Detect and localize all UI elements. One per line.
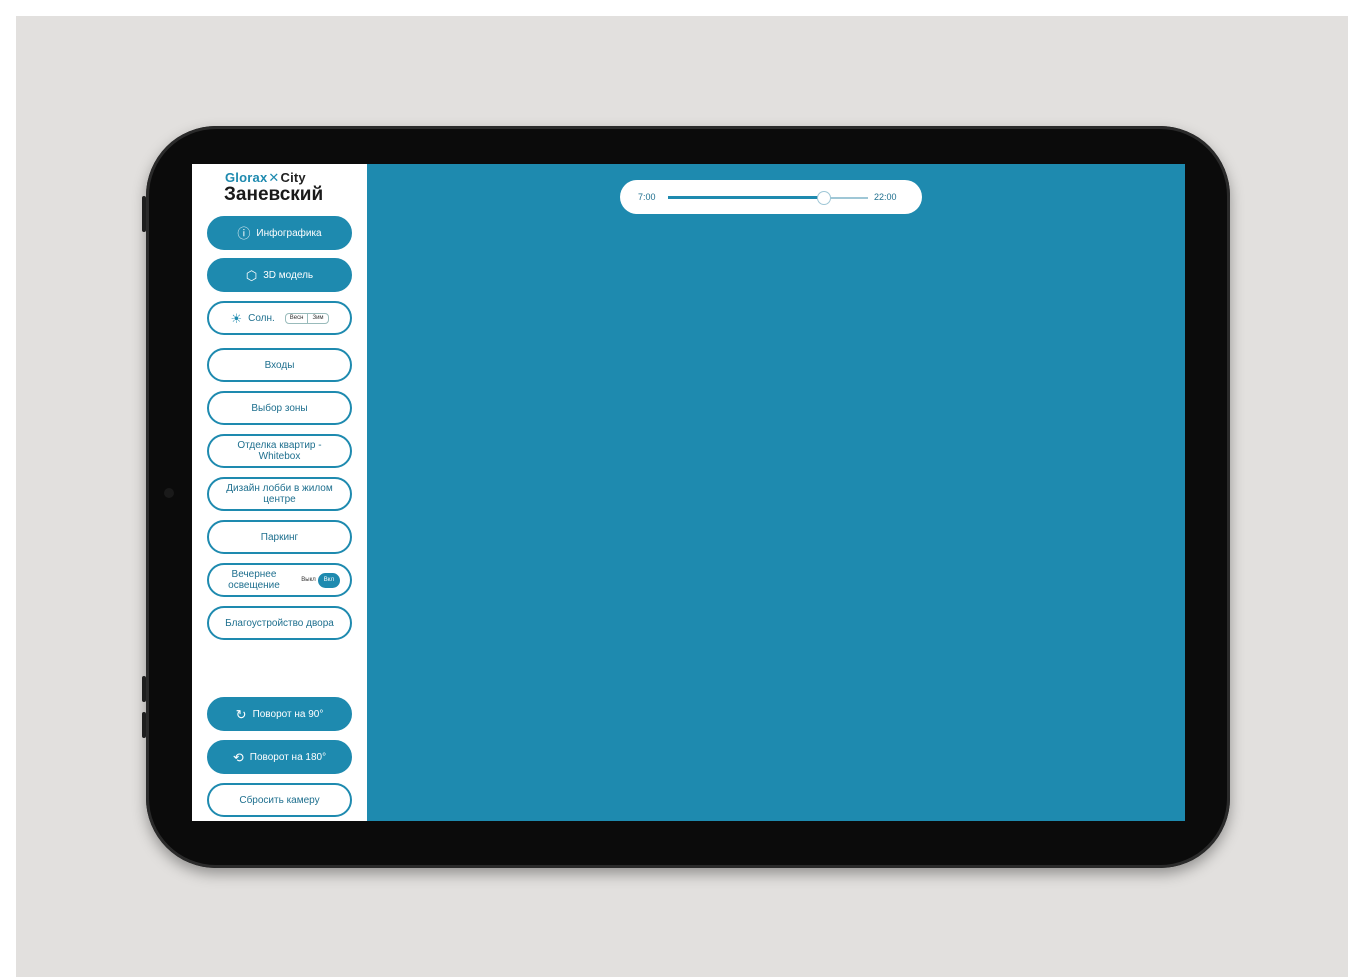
evening-lighting-button[interactable]: Вечернее освещение Выкл Вкл bbox=[207, 563, 352, 597]
info-icon: ⓘ bbox=[237, 225, 251, 241]
sun-label: Солн. bbox=[248, 312, 275, 324]
lobby-design-button[interactable]: Дизайн лобби в жилом центре bbox=[207, 477, 352, 511]
tablet-side-button bbox=[142, 676, 146, 702]
entries-button[interactable]: Входы bbox=[207, 348, 352, 382]
app-screen: Glorax✕City Заневский ⓘ Инфографика ⬡ 3D… bbox=[192, 164, 1185, 821]
finishing-button[interactable]: Отделка квартир - Whitebox bbox=[207, 434, 352, 468]
time-slider-thumb[interactable] bbox=[817, 191, 831, 205]
logo-text-city: City bbox=[280, 170, 306, 185]
lobby-design-label: Дизайн лобби в жилом центре bbox=[226, 483, 333, 505]
front-camera bbox=[164, 488, 174, 498]
landscaping-label: Благоустройство двора bbox=[225, 617, 334, 629]
sun-calendar-icon: ☀ bbox=[230, 310, 243, 326]
sidebar: Glorax✕City Заневский ⓘ Инфографика ⬡ 3D… bbox=[192, 164, 367, 821]
finishing-label: Отделка квартир - Whitebox bbox=[237, 440, 322, 462]
lighting-switch-on: Вкл bbox=[317, 572, 340, 588]
season-option-winter[interactable]: Зим bbox=[307, 313, 327, 323]
zone-select-button[interactable]: Выбор зоны bbox=[207, 391, 352, 425]
cube-icon: ⬡ bbox=[245, 267, 258, 283]
infographics-label: Инфографика bbox=[256, 227, 322, 239]
infographics-button[interactable]: ⓘ Инфографика bbox=[207, 216, 352, 250]
entries-label: Входы bbox=[264, 359, 295, 371]
logo-mark: ✕ bbox=[268, 170, 280, 185]
time-slider-max-label: 22:00 bbox=[874, 192, 897, 202]
time-slider: 7:00 22:00 bbox=[620, 180, 922, 214]
time-slider-min-label: 7:00 bbox=[638, 192, 656, 202]
rotate-icon: ↻ bbox=[235, 706, 247, 722]
tablet-side-button bbox=[142, 196, 146, 232]
model-3d-button[interactable]: ⬡ 3D модель bbox=[207, 258, 352, 292]
rotate-90-button[interactable]: ↻ Поворот на 90° bbox=[207, 697, 352, 731]
3d-viewport[interactable] bbox=[367, 164, 1185, 821]
parking-button[interactable]: Паркинг bbox=[207, 520, 352, 554]
landscaping-button[interactable]: Благоустройство двора bbox=[207, 606, 352, 640]
sun-season-button[interactable]: ☀ Солн. Весн Зим bbox=[207, 301, 352, 335]
rotate-180-button[interactable]: ⟲ Поворот на 180° bbox=[207, 740, 352, 774]
rotate-180-label: Поворот на 180° bbox=[249, 751, 327, 763]
evening-lighting-label: Вечернее освещение bbox=[228, 569, 280, 591]
rotate-90-label: Поворот на 90° bbox=[252, 708, 324, 720]
reset-camera-button[interactable]: Сбросить камеру bbox=[207, 783, 352, 817]
model-3d-label: 3D модель bbox=[263, 269, 314, 281]
time-slider-fill bbox=[668, 196, 824, 199]
season-option-spring[interactable]: Весн bbox=[286, 314, 308, 323]
season-toggle[interactable]: Весн Зим bbox=[284, 312, 329, 324]
tablet-side-button bbox=[142, 712, 146, 738]
lighting-switch[interactable]: Выкл Вкл bbox=[301, 572, 340, 588]
project-title: Заневский bbox=[224, 184, 324, 205]
zone-select-label: Выбор зоны bbox=[251, 402, 308, 414]
logo-text-glorax: Glorax bbox=[225, 170, 268, 185]
reset-camera-label: Сбросить камеру bbox=[239, 794, 320, 806]
parking-label: Паркинг bbox=[260, 531, 299, 543]
rotate-180-icon: ⟲ bbox=[232, 749, 244, 765]
lighting-switch-off: Выкл bbox=[301, 576, 316, 583]
